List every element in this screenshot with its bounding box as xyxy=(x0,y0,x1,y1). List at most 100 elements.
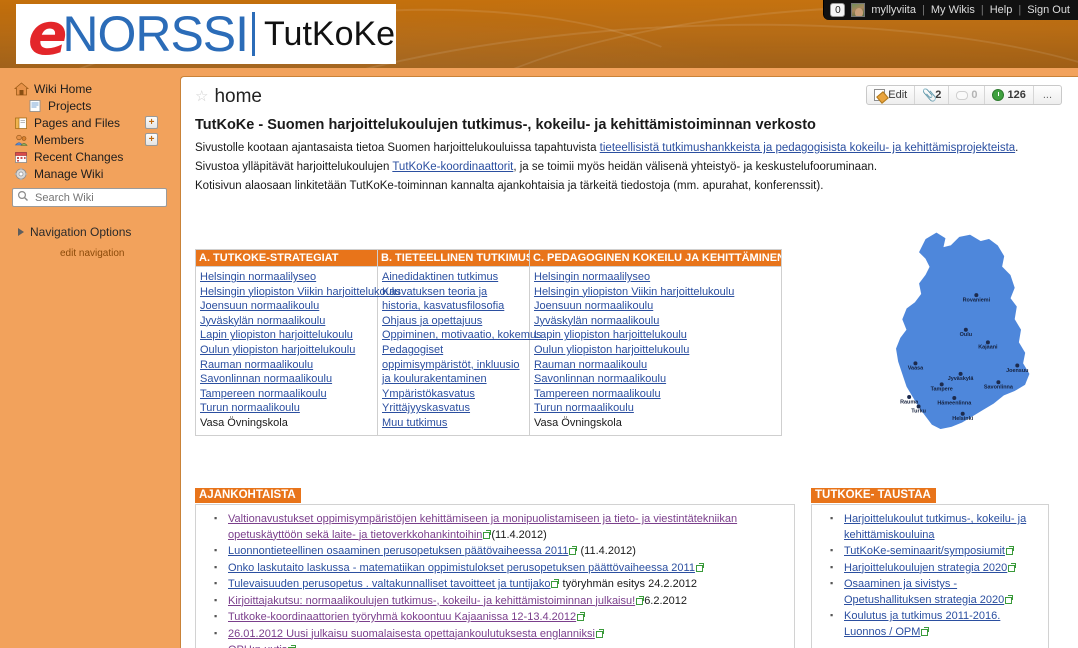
news-item-link[interactable]: Onko laskutaito laskussa - matematiikan … xyxy=(228,562,695,574)
news-item-link[interactable]: Tulevaisuuden perusopetus . valtakunnall… xyxy=(228,578,550,590)
category-c-link[interactable]: Savonlinnan normaalikoulu xyxy=(534,373,666,385)
category-b-link[interactable]: Ainedidaktinen tutkimus xyxy=(382,271,498,283)
category-b-link[interactable]: Muu tutkimus xyxy=(382,417,447,429)
help-link[interactable]: Help xyxy=(990,4,1013,16)
news-item-link[interactable]: Tutkoke-koordinaattorien työryhmä kokoon… xyxy=(228,611,576,623)
category-c-link[interactable]: Turun normaalikoulu xyxy=(534,402,634,414)
category-a-item[interactable]: Joensuun normaalikoulu xyxy=(200,299,373,314)
triangle-right-icon xyxy=(18,228,24,236)
category-b-link[interactable]: Pedagogiset oppimisympäristöt, inkluusio… xyxy=(382,344,520,385)
category-a-item[interactable]: Turun normaalikoulu xyxy=(200,401,373,416)
category-b-item[interactable]: Pedagogiset oppimisympäristöt, inkluusio… xyxy=(382,343,525,387)
category-c-item[interactable]: Joensuun normaalikoulu xyxy=(534,299,777,314)
attachments-button[interactable]: 📎 2 xyxy=(915,86,950,104)
sidebar-item-pages-and-files[interactable]: Pages and Files + xyxy=(0,114,180,131)
category-c-item[interactable]: Turun normaalikoulu xyxy=(534,401,777,416)
category-c-item[interactable]: Jyväskylän normaalikoulu xyxy=(534,314,777,329)
category-c-item[interactable]: Lapin yliopiston harjoittelukoulu xyxy=(534,328,777,343)
sidebar-item-members[interactable]: Members + xyxy=(0,131,180,148)
category-a-item[interactable]: Rauman normaalikoulu xyxy=(200,358,373,373)
news-item-link[interactable]: OPH:n uutis xyxy=(228,644,287,648)
background-item-link[interactable]: Harjoittelukoulut tutkimus-, kokeilu- ja… xyxy=(844,513,1026,541)
background-list-item: Harjoittelukoulut tutkimus-, kokeilu- ja… xyxy=(830,511,1044,543)
coordinators-link[interactable]: TutKoKe-koordinaattorit xyxy=(392,161,513,173)
more-options-button[interactable]: ... xyxy=(1034,86,1061,104)
category-a-link[interactable]: Joensuun normaalikoulu xyxy=(200,300,319,312)
search-input[interactable] xyxy=(33,190,161,205)
category-c-link[interactable]: Lapin yliopiston harjoittelukoulu xyxy=(534,329,687,341)
category-c-item[interactable]: Rauman normaalikoulu xyxy=(534,358,777,373)
category-c-link[interactable]: Helsingin yliopiston Viikin harjoitteluk… xyxy=(534,286,734,298)
category-a-item[interactable]: Jyväskylän normaalikoulu xyxy=(200,314,373,329)
map-city-label: Helsinki xyxy=(952,416,973,422)
category-a-link[interactable]: Helsingin normaalilyseo xyxy=(200,271,316,283)
category-c-item[interactable]: Helsingin yliopiston Viikin harjoitteluk… xyxy=(534,285,777,300)
navigation-options-toggle[interactable]: Navigation Options xyxy=(0,225,180,239)
category-b-item[interactable]: Muu tutkimus xyxy=(382,416,525,431)
comments-button[interactable]: 0 xyxy=(949,86,986,104)
news-item-link[interactable]: Kirjoittajakutsu: normaalikoulujen tutki… xyxy=(228,595,635,607)
category-c-link[interactable]: Joensuun normaalikoulu xyxy=(534,300,653,312)
map-city-label: Joensuu xyxy=(1006,368,1028,374)
category-c-link[interactable]: Oulun yliopiston harjoittelukoulu xyxy=(534,344,689,356)
edit-button[interactable]: Edit xyxy=(867,86,916,104)
expand-members-button[interactable]: + xyxy=(145,133,158,146)
category-b-item[interactable]: Ympäristökasvatus xyxy=(382,387,525,402)
sidebar-item-recent-changes[interactable]: Recent Changes xyxy=(0,148,180,165)
sidebar-item-label: Manage Wiki xyxy=(34,166,104,181)
category-a-item[interactable]: Helsingin yliopiston Viikin harjoitteluk… xyxy=(200,285,400,300)
background-item-link[interactable]: Osaaminen ja sivistys - Opetushallitukse… xyxy=(844,578,1004,606)
category-a-item[interactable]: Helsingin normaalilyseo xyxy=(200,270,373,285)
category-c-item[interactable]: Oulun yliopiston harjoittelukoulu xyxy=(534,343,777,358)
edit-navigation-link[interactable]: edit navigation xyxy=(0,248,180,259)
sign-out-link[interactable]: Sign Out xyxy=(1027,4,1070,16)
category-c-item[interactable]: Tampereen normaalikoulu xyxy=(534,387,777,402)
category-b-link[interactable]: Ympäristökasvatus xyxy=(382,388,475,400)
sidebar-item-projects[interactable]: Projects xyxy=(0,97,180,114)
category-c-item[interactable]: Savonlinnan normaalikoulu xyxy=(534,372,777,387)
favorite-star-icon[interactable]: ☆ xyxy=(195,89,208,104)
category-b-item[interactable]: Ohjaus ja opettajuus xyxy=(382,314,525,329)
sidebar-item-manage-wiki[interactable]: Manage Wiki xyxy=(0,165,180,182)
history-button[interactable]: 126 xyxy=(985,86,1034,104)
category-a-link[interactable]: Tampereen normaalikoulu xyxy=(200,388,327,400)
category-b-link[interactable]: Kasvatuksen teoria ja historia, kasvatus… xyxy=(382,286,504,313)
category-b-link[interactable]: Ohjaus ja opettajuus xyxy=(382,315,482,327)
category-b-item[interactable]: Kasvatuksen teoria ja historia, kasvatus… xyxy=(382,285,525,314)
category-a-link[interactable]: Helsingin yliopiston Viikin harjoitteluk… xyxy=(200,286,400,298)
category-b-item[interactable]: Ainedidaktinen tutkimus xyxy=(382,270,525,285)
category-b-link[interactable]: Yrittäjyyskasvatus xyxy=(382,402,470,414)
category-c-item[interactable]: Helsingin normaalilyseo xyxy=(534,270,777,285)
sidebar-item-label: Members xyxy=(34,132,85,147)
category-a-item[interactable]: Lapin yliopiston harjoittelukoulu xyxy=(200,328,373,343)
category-c-link[interactable]: Rauman normaalikoulu xyxy=(534,359,647,371)
news-item-link[interactable]: 26.01.2012 Uusi julkaisu suomalaisesta o… xyxy=(228,628,595,640)
category-c-link[interactable]: Tampereen normaalikoulu xyxy=(534,388,661,400)
sidebar-item-wiki-home[interactable]: Wiki Home xyxy=(0,80,180,97)
category-a-link[interactable]: Lapin yliopiston harjoittelukoulu xyxy=(200,329,353,341)
background-item-link[interactable]: Harjoittelukoulujen strategia 2020 xyxy=(844,562,1007,574)
username-link[interactable]: myllyviita xyxy=(871,4,916,16)
category-b-item[interactable]: Oppiminen, motivaatio, kokemus xyxy=(382,328,542,343)
notification-badge[interactable]: 0 xyxy=(830,3,846,17)
category-c-link[interactable]: Helsingin normaalilyseo xyxy=(534,271,650,283)
expand-pages-button[interactable]: + xyxy=(145,116,158,129)
category-a-link[interactable]: Savonlinnan normaalikoulu xyxy=(200,373,332,385)
background-item-link[interactable]: TutKoKe-seminaarit/symposiumit xyxy=(844,545,1005,557)
site-logo[interactable]: e NORSSI TutKoKe xyxy=(16,4,396,64)
research-projects-link[interactable]: tieteellisistä tutkimushankkeista ja ped… xyxy=(600,142,1015,154)
category-a-item[interactable]: Tampereen normaalikoulu xyxy=(200,387,373,402)
category-b-item[interactable]: Yrittäjyyskasvatus xyxy=(382,401,525,416)
category-a-link[interactable]: Turun normaalikoulu xyxy=(200,402,300,414)
category-c-link[interactable]: Jyväskylän normaalikoulu xyxy=(534,315,659,327)
category-a-link[interactable]: Jyväskylän normaalikoulu xyxy=(200,315,325,327)
news-item-link[interactable]: Luonnontieteellinen osaaminen perusopetu… xyxy=(228,545,568,557)
category-a-item[interactable]: Oulun yliopiston harjoittelukoulu xyxy=(200,343,373,358)
category-b-link[interactable]: Oppiminen, motivaatio, kokemus xyxy=(382,329,542,341)
search-box[interactable] xyxy=(12,188,167,207)
category-a-link[interactable]: Rauman normaalikoulu xyxy=(200,359,313,371)
my-wikis-link[interactable]: My Wikis xyxy=(931,4,975,16)
category-a-item[interactable]: Savonlinnan normaalikoulu xyxy=(200,372,373,387)
category-a-link[interactable]: Oulun yliopiston harjoittelukoulu xyxy=(200,344,355,356)
avatar[interactable] xyxy=(851,3,866,17)
